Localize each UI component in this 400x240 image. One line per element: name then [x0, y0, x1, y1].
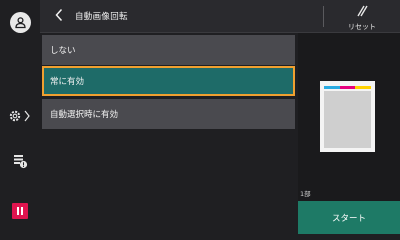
user-button[interactable]: [0, 8, 40, 36]
job-status-icon: [12, 153, 28, 173]
option-off[interactable]: しない: [42, 35, 295, 65]
header-divider: [323, 6, 324, 27]
page-preview: [320, 81, 375, 152]
magenta-stripe: [339, 86, 356, 89]
stop-button[interactable]: [0, 200, 40, 222]
header-bar: 自動画像回転 リセット: [40, 0, 400, 33]
device-settings-button[interactable]: [0, 104, 40, 130]
options-list: しない 常に有効 自動選択時に有効: [40, 33, 298, 234]
back-button[interactable]: [48, 4, 70, 28]
start-button[interactable]: スタート: [298, 201, 400, 234]
option-always-on[interactable]: 常に有効: [42, 66, 295, 96]
chevron-left-icon: [54, 7, 64, 26]
cyan-stripe: [324, 86, 340, 89]
yellow-stripe: [355, 86, 372, 89]
preview-panel: [298, 33, 400, 201]
reset-button[interactable]: リセット: [327, 2, 397, 32]
page-title: 自動画像回転: [75, 12, 128, 22]
reset-icon: [355, 2, 369, 21]
stop-icon: [12, 203, 28, 219]
gear-icon: [8, 108, 32, 127]
job-status-button[interactable]: [0, 150, 40, 176]
reset-label: リセット: [348, 23, 376, 31]
color-stripe: [324, 86, 372, 89]
user-icon: [9, 11, 31, 33]
option-on-auto-select[interactable]: 自動選択時に有効: [42, 99, 295, 129]
preview-image-area: [324, 91, 371, 148]
copies-count: 1部: [300, 190, 311, 198]
left-rail: [0, 0, 40, 234]
